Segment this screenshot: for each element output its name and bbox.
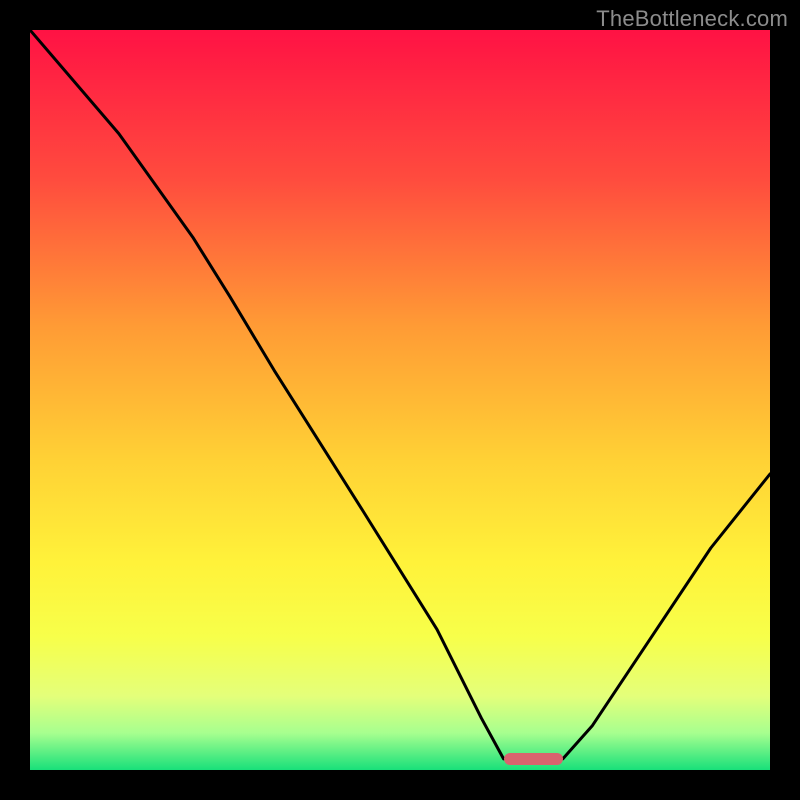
watermark-label: TheBottleneck.com	[596, 6, 788, 32]
bottleneck-curve	[30, 30, 770, 770]
chart-canvas: TheBottleneck.com	[0, 0, 800, 800]
plot-area	[30, 30, 770, 770]
optimal-marker	[504, 753, 563, 765]
